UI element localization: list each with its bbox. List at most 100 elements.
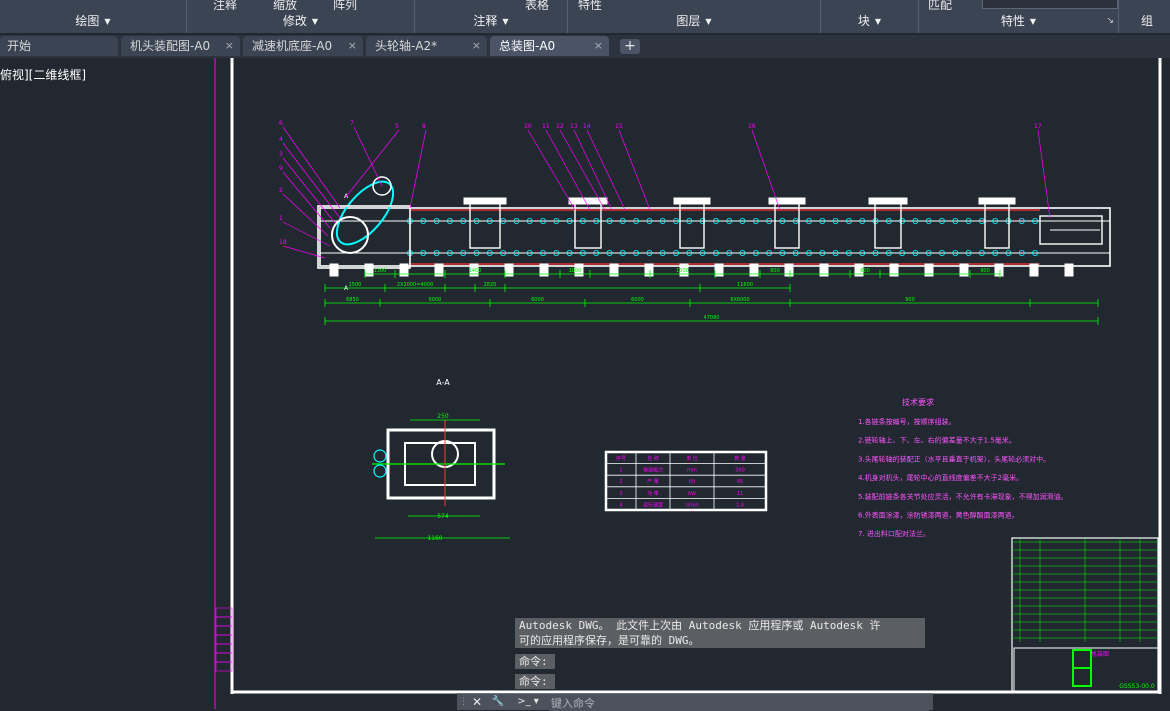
close-icon[interactable]: ✕ (469, 694, 485, 710)
wrench-icon[interactable]: 🔧 (489, 694, 507, 710)
technical-requirements: 技术要求 1.各链条按编号，按顺序组装。 2.链轮轴上、下、左、右的偏差量不大于1.… (858, 397, 1068, 538)
callout-leader (1037, 129, 1051, 219)
tech-note-line: 2.链轮轴上、下、左、右的偏差量不大于1.5毫米。 (858, 436, 1016, 445)
callout-leader (618, 129, 651, 211)
close-icon[interactable]: × (225, 36, 234, 56)
dimension-label-low: 6000 (531, 297, 544, 303)
callout-leader (282, 157, 336, 224)
spec-table-cell: 序号 (616, 455, 626, 462)
panel-layers[interactable]: 图层 ▼ (568, 11, 820, 31)
part-callouts: 6 7 5 8 4 3 9 2 1 18 10 11 12 13 14 15 16 17 (279, 120, 1051, 259)
spec-table-cell: kW (688, 491, 696, 497)
callout-leader (751, 129, 781, 211)
tab-label: 总装图-A0 (499, 39, 556, 53)
dimension-label-mid: 2820 (484, 282, 497, 288)
sheet-margin-cell (215, 616, 233, 627)
part-callout-number: 2 (279, 187, 283, 194)
command-prompt: 命令: (515, 674, 555, 689)
drawing-frame (214, 58, 1162, 709)
part-callout-number: 11 (542, 123, 550, 130)
ribbon-fragment-array[interactable]: 阵列 (333, 0, 357, 10)
spec-table-cell: 45 (737, 479, 743, 485)
part-callout-number: 16 (748, 123, 756, 130)
command-prompt-icon[interactable]: >_ ▾ (513, 694, 543, 710)
part-callout-number: 15 (615, 123, 623, 130)
ribbon-fragment-annotate[interactable]: 注释 (213, 0, 237, 10)
tab-reducer-base[interactable]: 减速机底座-A0 × (243, 36, 363, 56)
tab-general-assembly[interactable]: 总装图-A0 × (490, 36, 609, 56)
panel-groups[interactable]: 组 (1119, 11, 1170, 31)
callout-leader (282, 126, 341, 209)
spec-table-cell: 1.4 (736, 502, 744, 508)
tab-label: 机头装配图-A0 (130, 39, 211, 53)
support-cap (978, 197, 1016, 205)
section-bearing (373, 449, 387, 463)
viewport-controls-label[interactable]: 俯视][二维线框] (0, 66, 86, 83)
new-tab-button[interactable]: + (620, 39, 640, 54)
panel-annotation[interactable]: 注释 ▼ (415, 11, 567, 31)
panel-layers-label: 图层 (676, 14, 701, 28)
panel-block[interactable]: 块 ▼ (821, 11, 918, 31)
part-callout-number: 18 (279, 239, 287, 246)
spec-table-cell: 500 (735, 468, 745, 474)
close-icon[interactable]: × (348, 36, 357, 56)
tab-head-wheel-shaft[interactable]: 头轮轴-A2* × (366, 36, 487, 56)
spec-table: 序号 名 称 单 位 数 量 1 输送能力 mm 500 2 产 量 t/h 45 3 功 率 kW 11 4 运… (604, 450, 768, 512)
tab-head-assembly[interactable]: 机头装配图-A0 × (121, 36, 240, 56)
ribbon-top-row: 注释 缩放 阵列 表格 特性 匹配 (0, 0, 1170, 10)
grip-icon[interactable]: ⋮ (459, 694, 468, 710)
part-callout-number: 4 (279, 136, 283, 143)
close-icon[interactable]: × (594, 36, 603, 56)
support-cap (868, 197, 908, 205)
part-callout-number: 13 (570, 123, 578, 130)
close-icon[interactable]: × (472, 36, 481, 56)
tech-notes-title: 技术要求 (902, 397, 934, 407)
spec-table-cell: 运行速度 (643, 501, 663, 508)
support-cap (673, 197, 711, 205)
chevron-down-icon: ▼ (502, 17, 509, 26)
support-frame (679, 199, 705, 249)
ribbon-property-dropdown[interactable] (982, 0, 1118, 9)
panel-draw[interactable]: 绘图 ▼ (0, 11, 186, 31)
ribbon-fragment-match[interactable]: 匹配 (928, 0, 952, 10)
sheet-margin-cell (215, 607, 233, 618)
ribbon-fragment-properties[interactable]: 特性 (578, 0, 602, 10)
tab-start[interactable]: 开始 (0, 36, 118, 56)
file-tab-bar: 开始 机头装配图-A0 × 减速机底座-A0 × 头轮轴-A2* × 总装图-A0 × (0, 35, 1170, 58)
section-title: A-A (436, 378, 450, 387)
tab-label: 开始 (7, 39, 32, 53)
spec-table-cell: 1 (619, 468, 622, 474)
drawing-canvas[interactable]: AA 675843921181011121314151617 130014601… (0, 58, 1170, 709)
callout-leader (282, 142, 341, 219)
ribbon: 注释 缩放 阵列 表格 特性 匹配 绘图 ▼ 修改 ▼ 注释 ▼ 图层 ▼ 块 ▼ 特性 ▼… (0, 0, 1170, 33)
ribbon-fragment-table[interactable]: 表格 (525, 0, 549, 10)
panel-annotation-label: 注释 (473, 14, 498, 28)
dimension-label-low: 6X6000 (730, 297, 749, 303)
spec-table-cell: 单 位 (686, 455, 698, 462)
tab-label: 头轮轴-A2* (375, 39, 438, 53)
spec-table-cell: 3 (619, 491, 622, 497)
sheet-margin-cell (215, 643, 233, 654)
tech-note-line: 3.头尾轮轴的装配正（水平且垂直于机架），头尾轮必须对中。 (858, 454, 1050, 463)
dimension-label-low: 900 (905, 297, 915, 303)
part-callout-number: 10 (524, 123, 532, 130)
panel-modify[interactable]: 修改 ▼ (187, 11, 414, 31)
part-callout-number: 7 (350, 120, 354, 127)
dimension-label-top: 900 (980, 268, 990, 274)
spec-table-cell: 输送能力 (643, 467, 663, 474)
support-leg (1064, 263, 1074, 277)
panel-launcher-icon[interactable]: ↘ (1106, 11, 1114, 31)
part-callout-number: 3 (279, 151, 283, 158)
spec-table-cell: t/h (689, 479, 696, 485)
tech-note-line: 7. 进出料口配对法兰。 (858, 529, 930, 538)
support-leg (1029, 263, 1039, 277)
support-cap (463, 197, 507, 205)
panel-properties[interactable]: 特性 ▼ ↘ (919, 11, 1118, 31)
support-frame (774, 199, 800, 249)
ribbon-fragment-scale[interactable]: 缩放 (273, 0, 297, 10)
panel-groups-label: 组 (1141, 14, 1154, 28)
panel-modify-label: 修改 (282, 14, 307, 28)
spec-table-cell: 产 量 (647, 478, 659, 485)
support-frame (984, 199, 1010, 249)
chevron-down-icon: ▼ (104, 17, 111, 26)
